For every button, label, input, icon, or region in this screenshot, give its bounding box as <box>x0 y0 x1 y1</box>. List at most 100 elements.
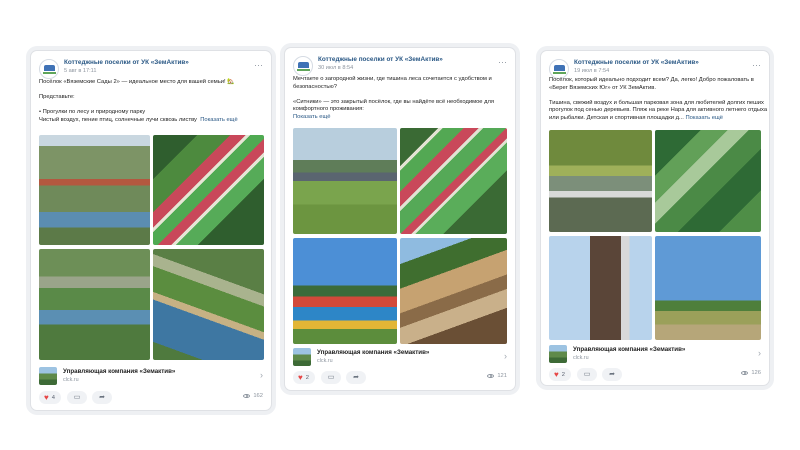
attachment-url: clck.ru <box>317 358 333 364</box>
share-icon: ➦ <box>609 371 615 378</box>
like-button[interactable]: ♥ 2 <box>549 368 571 381</box>
feed-screenshot: Коттеджные поселки от УК «ЗемАктив» 5 ав… <box>0 0 800 450</box>
link-attachment[interactable]: Управляющая компания «Земактив» clck.ru … <box>39 367 263 385</box>
text-line <box>39 102 263 110</box>
like-count: 2 <box>561 371 565 378</box>
post-1: Коттеджные поселки от УК «ЗемАктив» 5 ав… <box>31 51 271 410</box>
comment-button[interactable]: ▭ <box>577 368 597 381</box>
text-line <box>39 87 263 95</box>
show-more-link[interactable]: Показать ещё <box>686 115 723 121</box>
photo-modern-house[interactable] <box>549 236 652 340</box>
post-3: Коттеджные поселки от УК «ЗемАктив» 19 и… <box>541 51 769 385</box>
share-button[interactable]: ➦ <box>602 368 622 381</box>
text-line: прогулок под сенью деревьев. Пляж на рек… <box>549 107 768 114</box>
post-date[interactable]: 5 авг в 17:11 <box>64 68 96 74</box>
text-line: или рыбалки. Детская и спортивная площад… <box>549 114 684 121</box>
eye-icon <box>741 371 749 375</box>
chevron-right-icon: › <box>758 348 761 358</box>
text-line: Тишина, свежий воздух и большая парковая… <box>549 99 764 106</box>
text-line: «Ситники» — это закрытый посёлок, где вы… <box>293 98 495 105</box>
more-dots-icon[interactable]: ··· <box>752 60 761 70</box>
comment-icon: ▭ <box>327 374 335 381</box>
eye-icon <box>243 394 251 398</box>
attachment-title[interactable]: Управляющая компания «Земактив» <box>317 349 429 356</box>
attachment-url: clck.ru <box>573 355 589 361</box>
photo-village-lake[interactable] <box>153 249 264 360</box>
share-icon: ➦ <box>99 394 105 401</box>
group-avatar[interactable] <box>293 56 313 76</box>
post-header: Коттеджные поселки от УК «ЗемАктив» 5 ав… <box>39 59 263 81</box>
group-avatar[interactable] <box>549 59 569 79</box>
eye-icon <box>487 374 495 378</box>
more-dots-icon[interactable]: ··· <box>498 57 507 67</box>
photo-aerial-map[interactable] <box>655 130 761 232</box>
text-line: Чистый воздух, пение птиц, солнечные луч… <box>39 116 197 123</box>
show-more-link[interactable]: Показать ещё <box>293 114 330 120</box>
like-button[interactable]: ♥ 2 <box>293 371 315 384</box>
photo-field-road[interactable] <box>655 236 761 340</box>
text-line <box>549 92 761 100</box>
views-count: 121 <box>497 373 507 379</box>
views-counter: 162 <box>243 393 263 399</box>
post-2: Коттеджные поселки от УК «ЗемАктив» 30 и… <box>285 48 515 390</box>
text-line: «Берег Вяземских Юг» от УК ЗемАктив. <box>549 84 656 91</box>
heart-icon: ♥ <box>298 372 303 382</box>
photo-river-pier[interactable] <box>549 130 652 232</box>
heart-icon: ♥ <box>44 392 49 402</box>
text-line: Показать ещё <box>293 114 507 122</box>
post-actions: ♥ 2 ▭ ➦ 121 <box>293 371 507 385</box>
like-count: 2 <box>305 374 309 381</box>
more-dots-icon[interactable]: ··· <box>254 60 263 70</box>
group-name[interactable]: Коттеджные поселки от УК «ЗемАктив» <box>574 59 699 66</box>
photo-plot-map[interactable] <box>153 135 264 245</box>
link-attachment[interactable]: Управляющая компания «Земактив» clck.ru … <box>549 345 761 363</box>
attachment-title[interactable]: Управляющая компания «Земактив» <box>63 368 175 375</box>
post-actions: ♥ 4 ▭ ➦ 162 <box>39 391 263 405</box>
share-button[interactable]: ➦ <box>346 371 366 384</box>
comment-button[interactable]: ▭ <box>67 391 87 404</box>
photo-village-aerial[interactable] <box>39 135 150 245</box>
text-line: • Прогулки по лесу и природному парку <box>39 109 146 116</box>
photo-plot-map[interactable] <box>400 128 507 234</box>
text-line: Мечтаете о загородной жизни, где тишина … <box>293 76 492 82</box>
attachment-thumbnail <box>39 367 57 385</box>
heart-icon: ♥ <box>554 369 559 379</box>
photo-village-pond[interactable] <box>39 249 150 360</box>
show-more-link[interactable]: Показать ещё <box>200 117 237 123</box>
text-line: Чистый воздух, пение птиц, солнечные луч… <box>39 117 263 125</box>
post-text: Посёлок, который идеально подходит всем?… <box>549 77 768 123</box>
chevron-right-icon: › <box>260 370 263 380</box>
text-line: Посёлок, который идеально подходит всем?… <box>549 77 754 83</box>
attachment-thumbnail <box>293 348 311 366</box>
views-count: 126 <box>751 370 761 376</box>
like-button[interactable]: ♥ 4 <box>39 391 61 404</box>
group-name[interactable]: Коттеджные поселки от УК «ЗемАктив» <box>318 56 443 63</box>
post-actions: ♥ 2 ▭ ➦ 126 <box>549 368 761 382</box>
comment-button[interactable]: ▭ <box>321 371 341 384</box>
views-count: 162 <box>253 393 263 399</box>
post-date[interactable]: 19 июл в 7:54 <box>574 68 609 74</box>
text-line: Представьте: <box>39 94 75 101</box>
group-name[interactable]: Коттеджные поселки от УК «ЗемАктив» <box>64 59 189 66</box>
comment-icon: ▭ <box>583 371 591 378</box>
chevron-right-icon: › <box>504 351 507 361</box>
photo-grid <box>39 135 264 360</box>
photo-house-field[interactable] <box>293 128 397 234</box>
group-avatar[interactable] <box>39 59 59 79</box>
link-attachment[interactable]: Управляющая компания «Земактив» clck.ru … <box>293 348 507 366</box>
share-button[interactable]: ➦ <box>92 391 112 404</box>
views-counter: 126 <box>741 370 761 376</box>
attachment-url: clck.ru <box>63 377 79 383</box>
text-line: комфортного проживания: <box>293 106 364 113</box>
text-line: или рыбалки. Детская и спортивная площад… <box>549 115 761 123</box>
comment-icon: ▭ <box>73 394 81 401</box>
views-counter: 121 <box>487 373 507 379</box>
photo-playground[interactable] <box>293 238 397 344</box>
attachment-title[interactable]: Управляющая компания «Земактив» <box>573 346 685 353</box>
photo-grid <box>293 128 507 344</box>
like-count: 4 <box>51 394 55 401</box>
post-date[interactable]: 30 июл в 8:54 <box>318 65 353 71</box>
photo-waterfall[interactable] <box>400 238 507 344</box>
post-text: Посёлок «Вяземские Сады 2» — идеальное м… <box>39 79 263 125</box>
text-line: безопасностью? <box>293 83 338 90</box>
